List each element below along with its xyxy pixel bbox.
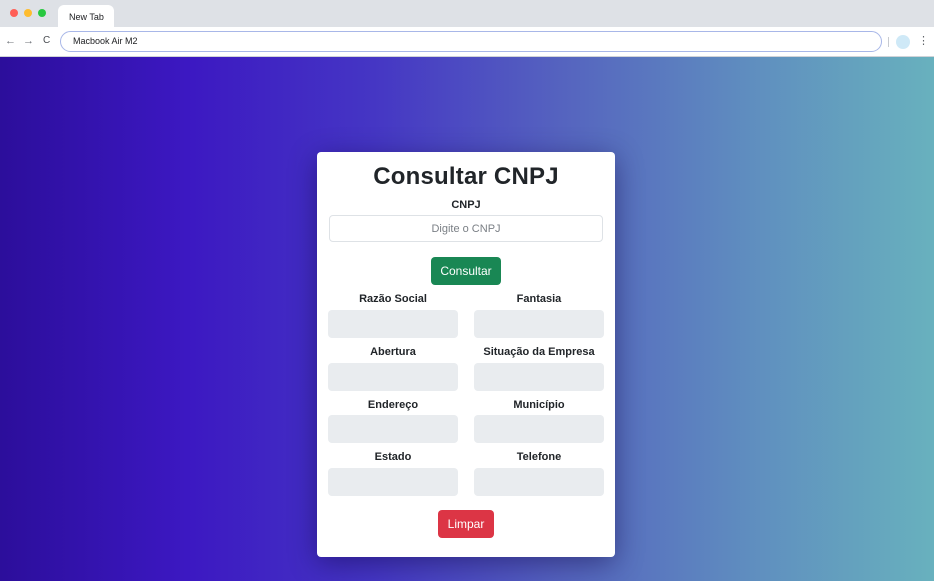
browser-tab-bar: New Tab bbox=[0, 0, 934, 27]
abertura-field bbox=[328, 363, 458, 391]
cnpj-label: CNPJ bbox=[451, 199, 481, 211]
fantasia-label: Fantasia bbox=[516, 293, 562, 305]
close-window-icon[interactable] bbox=[10, 9, 18, 17]
situacao-empresa-field bbox=[474, 363, 604, 391]
consult-button[interactable]: Consultar bbox=[431, 257, 501, 285]
forward-arrow-icon[interactable]: → bbox=[23, 35, 34, 47]
situacao-empresa-label: Situação da Empresa bbox=[483, 346, 595, 358]
more-menu-icon[interactable]: ⋮ bbox=[918, 34, 929, 48]
toolbar-divider bbox=[888, 37, 889, 47]
browser-toolbar: ← → C Macbook Air M2 ⋮ bbox=[0, 27, 934, 57]
municipio-field bbox=[474, 415, 604, 443]
address-bar[interactable]: Macbook Air M2 bbox=[60, 31, 882, 52]
address-text: Macbook Air M2 bbox=[73, 36, 138, 46]
tab-new-tab[interactable]: New Tab bbox=[58, 5, 114, 27]
maximize-window-icon[interactable] bbox=[38, 9, 46, 17]
clear-button[interactable]: Limpar bbox=[438, 510, 494, 538]
estado-field bbox=[328, 468, 458, 496]
razao-social-label: Razão Social bbox=[359, 293, 427, 305]
reload-icon[interactable]: C bbox=[43, 35, 50, 47]
estado-label: Estado bbox=[374, 451, 412, 463]
page-viewport: Consultar CNPJ CNPJ Consultar Razão Soci… bbox=[0, 57, 934, 581]
razao-social-field bbox=[328, 310, 458, 338]
municipio-label: Município bbox=[513, 399, 565, 411]
cnpj-input[interactable] bbox=[329, 215, 603, 242]
tab-title: New Tab bbox=[69, 12, 104, 22]
page-title: Consultar CNPJ bbox=[373, 163, 559, 190]
minimize-window-icon[interactable] bbox=[24, 9, 32, 17]
abertura-label: Abertura bbox=[370, 346, 416, 358]
telefone-field bbox=[474, 468, 604, 496]
telefone-label: Telefone bbox=[516, 451, 562, 463]
profile-avatar-icon[interactable] bbox=[896, 35, 910, 49]
endereco-label: Endereço bbox=[367, 399, 419, 411]
back-arrow-icon[interactable]: ← bbox=[5, 35, 16, 47]
cnpj-form-card: Consultar CNPJ CNPJ Consultar Razão Soci… bbox=[317, 152, 615, 557]
endereco-field bbox=[328, 415, 458, 443]
fantasia-field bbox=[474, 310, 604, 338]
